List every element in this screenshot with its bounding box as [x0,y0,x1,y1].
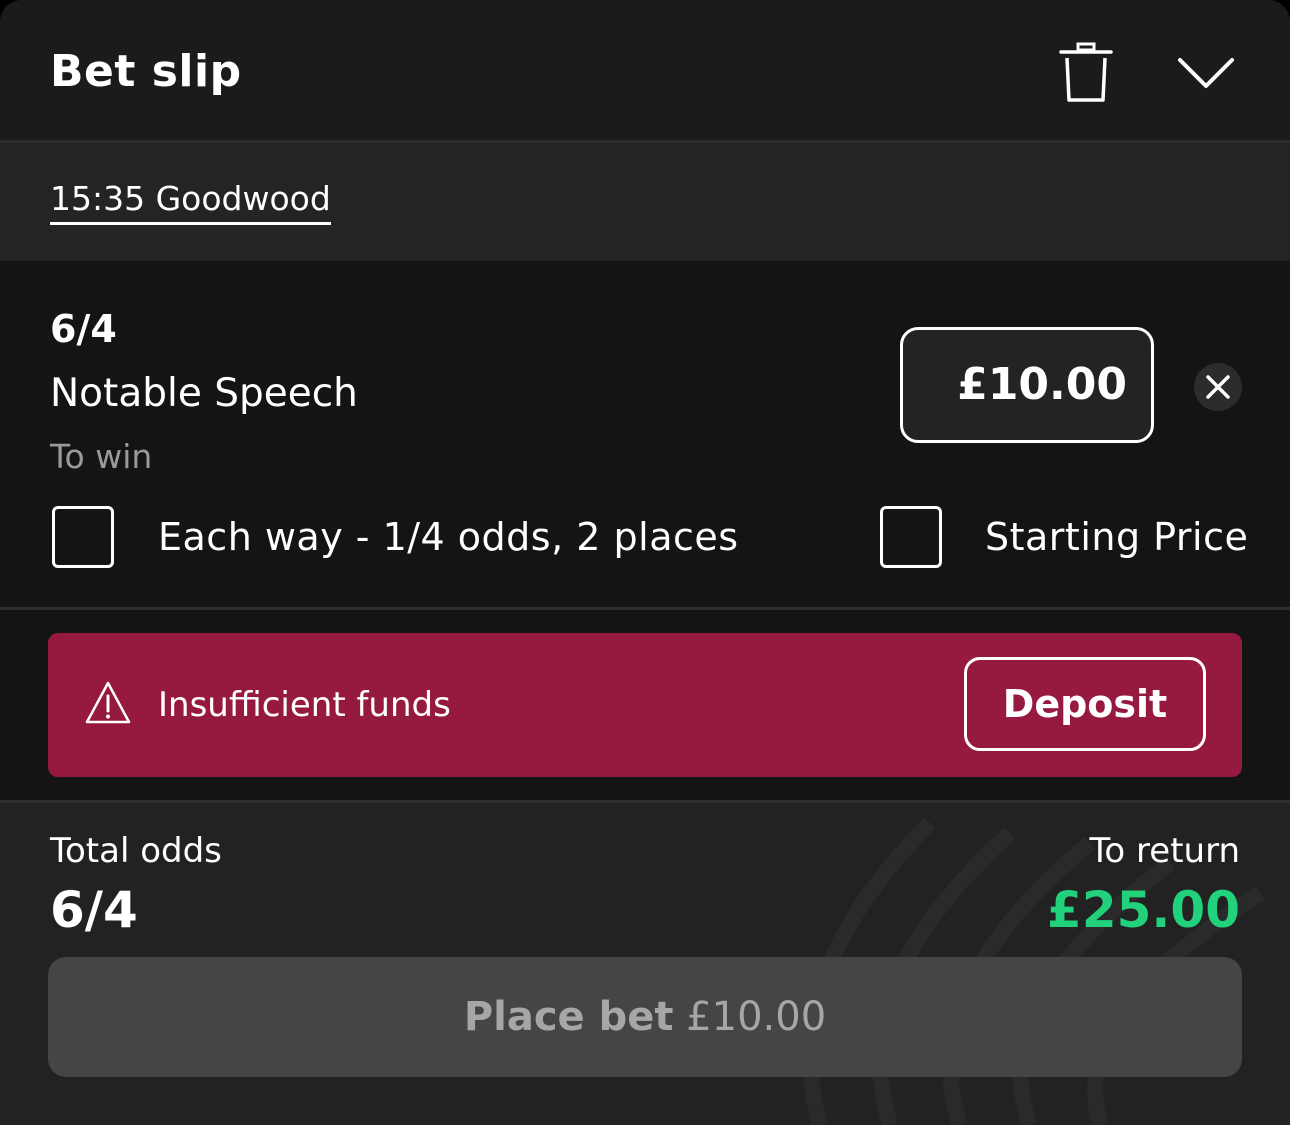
trash-icon[interactable] [1058,42,1114,104]
selection-divider [0,607,1290,610]
warning-icon [85,681,131,724]
insufficient-funds-alert: Insufficient funds Deposit [48,633,1242,777]
alert-message: Insufficient funds [158,685,451,725]
place-bet-label: Place bet [463,994,674,1040]
bet-slip-title: Bet slip [50,46,242,97]
bet-slip-panel: Bet slip 15:35 Goodwood 6/4 Notable Spee… [0,0,1290,1125]
to-return-value: £25.00 [1047,881,1240,939]
horse-name: Notable Speech [50,371,358,416]
selection-odds: 6/4 [50,307,117,351]
place-bet-amount: £10.00 [686,994,827,1040]
chevron-down-icon[interactable] [1176,52,1236,92]
to-return-label: To return [1089,831,1240,871]
starting-price-label[interactable]: Starting Price [985,515,1248,559]
deposit-button[interactable]: Deposit [964,657,1206,751]
starting-price-checkbox[interactable] [880,506,942,568]
selection-card: 6/4 Notable Speech To win £10.00 Each wa… [0,261,1290,609]
race-bar: 15:35 Goodwood [0,143,1290,261]
bet-summary-footer: Total odds 6/4 To return £25.00 Place be… [0,803,1290,1125]
remove-selection-button[interactable] [1194,363,1242,411]
stake-input[interactable]: £10.00 [900,327,1154,443]
place-bet-button[interactable]: Place bet £10.00 [48,957,1242,1077]
each-way-checkbox[interactable] [52,506,114,568]
total-odds-value: 6/4 [50,881,138,939]
each-way-label[interactable]: Each way - 1/4 odds, 2 places [158,515,739,559]
total-odds-label: Total odds [50,831,222,871]
market-type: To win [50,437,153,476]
close-icon [1206,375,1230,399]
bet-slip-header: Bet slip [0,0,1290,140]
race-link[interactable]: 15:35 Goodwood [50,179,331,225]
